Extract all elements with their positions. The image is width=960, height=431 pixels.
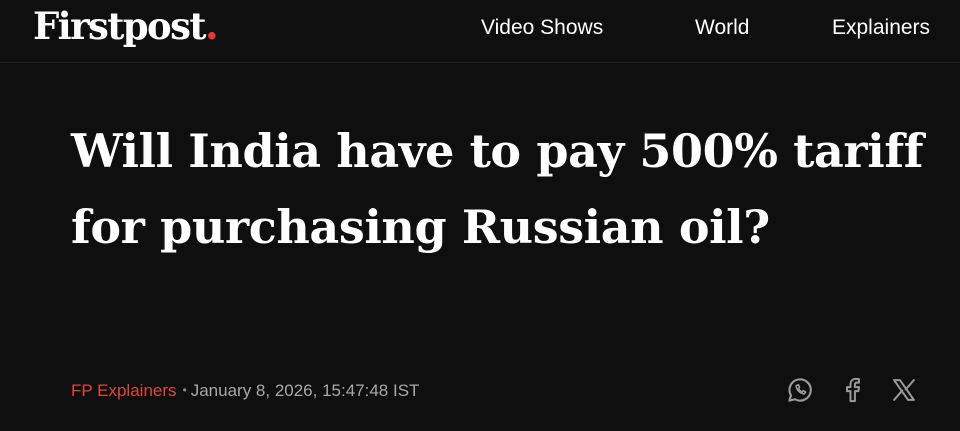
meta-separator: •: [182, 383, 187, 397]
article-meta: FP Explainers • January 8, 2026, 15:47:48 …: [71, 380, 419, 403]
article-category-link[interactable]: FP Explainers: [71, 381, 177, 400]
nav-explainers[interactable]: Explainers: [832, 15, 930, 41]
whatsapp-icon: [788, 378, 812, 402]
nav-video-shows[interactable]: Video Shows: [481, 15, 603, 41]
x-icon: [893, 379, 915, 401]
logo-dot: .: [204, 2, 219, 49]
firstpost-logo[interactable]: Firstpost.: [33, 2, 219, 50]
facebook-icon: [845, 377, 860, 403]
article-headline: Will India have to pay 500% tariff for p…: [71, 124, 924, 254]
site-header: Firstpost. Video Shows World Explainers: [0, 0, 960, 63]
nav-world[interactable]: World: [695, 15, 749, 41]
share-facebook-button[interactable]: [834, 372, 870, 408]
share-x-button[interactable]: [886, 372, 922, 408]
share-whatsapp-button[interactable]: [782, 372, 818, 408]
logo-text: Firstpost: [33, 4, 206, 48]
article-date: January 8, 2026, 15:47:48 IST: [190, 381, 420, 400]
